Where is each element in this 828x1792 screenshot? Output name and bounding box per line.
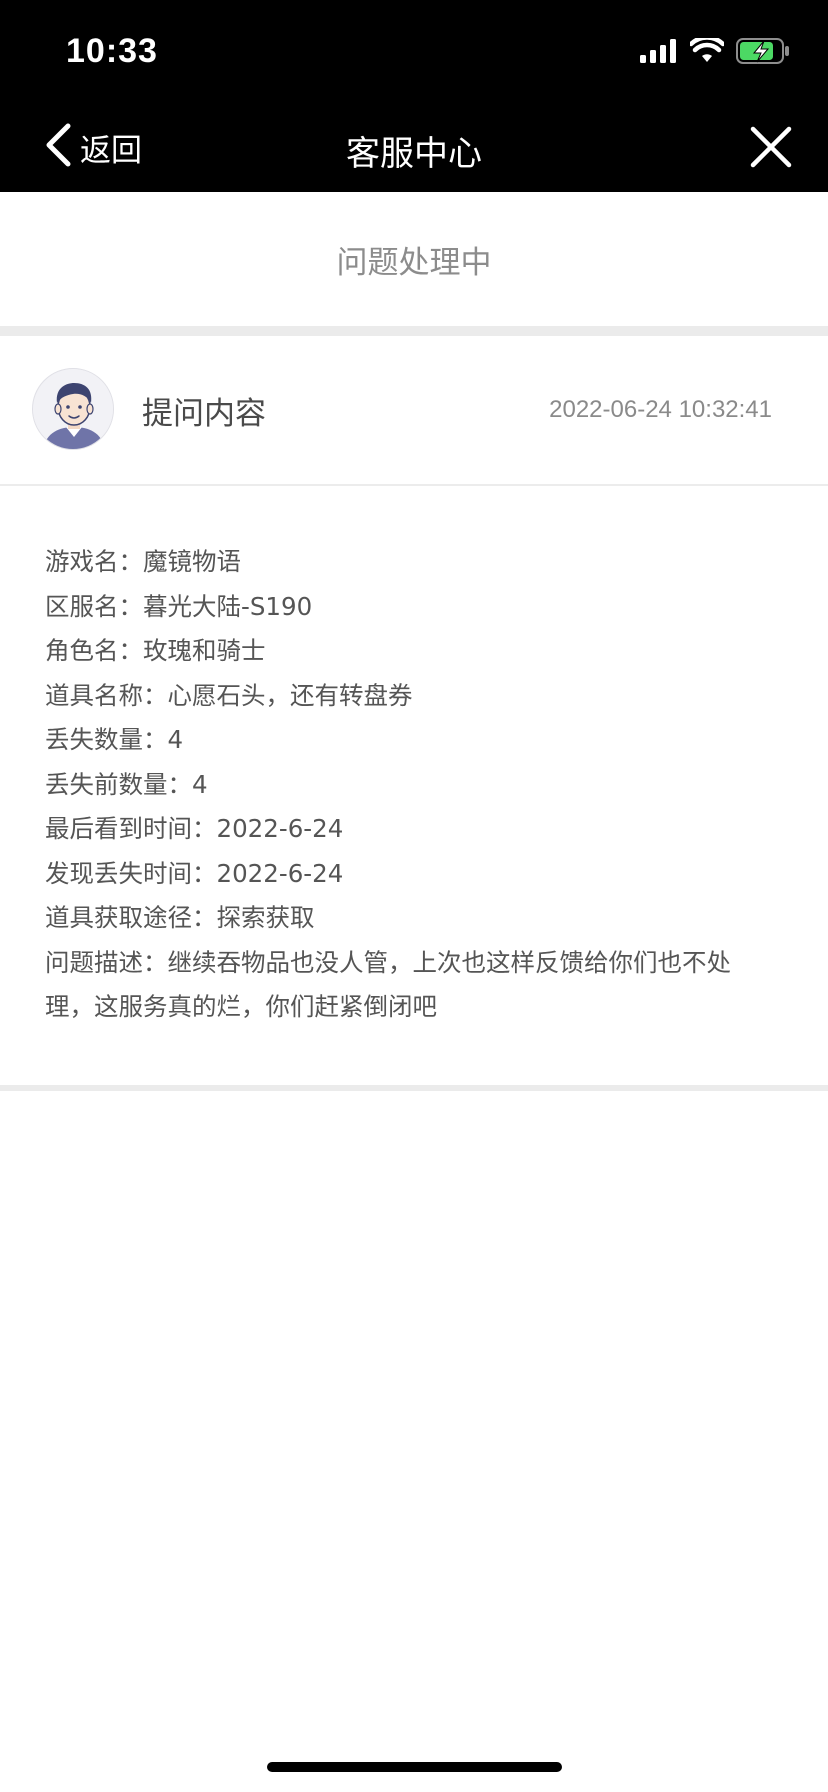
detail-label: 道具名称： [45, 680, 168, 710]
detail-acquisition: 道具获取途径：探索获取 [45, 896, 775, 941]
detail-label: 角色名： [45, 636, 143, 665]
detail-last-seen: 最后看到时间：2022-6-24 [45, 807, 775, 852]
detail-value: 4 [192, 769, 208, 799]
detail-value: 玫瑰和骑士 [143, 636, 266, 665]
battery-charging-icon [736, 38, 790, 68]
close-icon [748, 126, 794, 174]
question-timestamp: 2022-06-24 10:32:41 [549, 396, 772, 423]
detail-label: 丢失数量： [45, 725, 168, 754]
detail-game: 游戏名：魔镜物语 [45, 540, 775, 585]
detail-description: 问题描述：继续吞物品也没人管，上次也这样反馈给你们也不处理，这服务真的烂，你们赶… [45, 941, 775, 1030]
detail-value: 2022-6-24 [216, 814, 344, 843]
detail-label: 游戏名： [45, 547, 143, 576]
detail-label: 道具获取途径： [45, 903, 217, 932]
page-title: 客服中心 [346, 134, 482, 174]
avatar [32, 368, 114, 450]
home-indicator[interactable] [267, 1762, 562, 1772]
wifi-icon [688, 35, 726, 68]
detail-value: 魔镜物语 [143, 547, 241, 576]
detail-label: 区服名： [45, 591, 143, 621]
ticket-details: 游戏名：魔镜物语 区服名：暮光大陆-S190 角色名：玫瑰和骑士 道具名称：心愿… [45, 540, 775, 1030]
details-divider [0, 1085, 828, 1091]
close-button[interactable] [748, 124, 794, 170]
detail-label: 丢失前数量： [45, 769, 192, 799]
status-icons [640, 35, 790, 70]
detail-count-before-loss: 丢失前数量：4 [45, 763, 775, 808]
detail-item-name: 道具名称：心愿石头，还有转盘券 [45, 674, 775, 719]
detail-value: 探索获取 [216, 903, 315, 932]
detail-character: 角色名：玫瑰和骑士 [45, 629, 775, 674]
detail-server: 区服名：暮光大陆-S190 [45, 585, 775, 630]
detail-label: 发现丢失时间： [45, 858, 217, 888]
detail-value: 心愿石头，还有转盘券 [167, 680, 413, 710]
question-header: 提问内容 2022-06-24 10:32:41 [0, 336, 828, 484]
detail-value: 4 [167, 725, 184, 754]
nav-bar: 返回 客服中心 [0, 102, 828, 192]
detail-value: 2022-6-24 [216, 858, 344, 888]
detail-label: 最后看到时间： [45, 814, 217, 843]
detail-value: 暮光大陆-S190 [143, 591, 313, 621]
header-divider [0, 484, 828, 486]
status-time: 10:33 [66, 32, 158, 70]
detail-lost-count: 丢失数量：4 [45, 718, 775, 763]
signal-icon [640, 39, 678, 67]
detail-found-lost: 发现丢失时间：2022-6-24 [45, 852, 775, 897]
section-divider [0, 326, 828, 336]
detail-label: 问题描述： [45, 947, 168, 977]
ticket-status: 问题处理中 [336, 244, 492, 281]
status-bar: 10:33 [0, 0, 828, 102]
question-title: 提问内容 [142, 396, 266, 432]
